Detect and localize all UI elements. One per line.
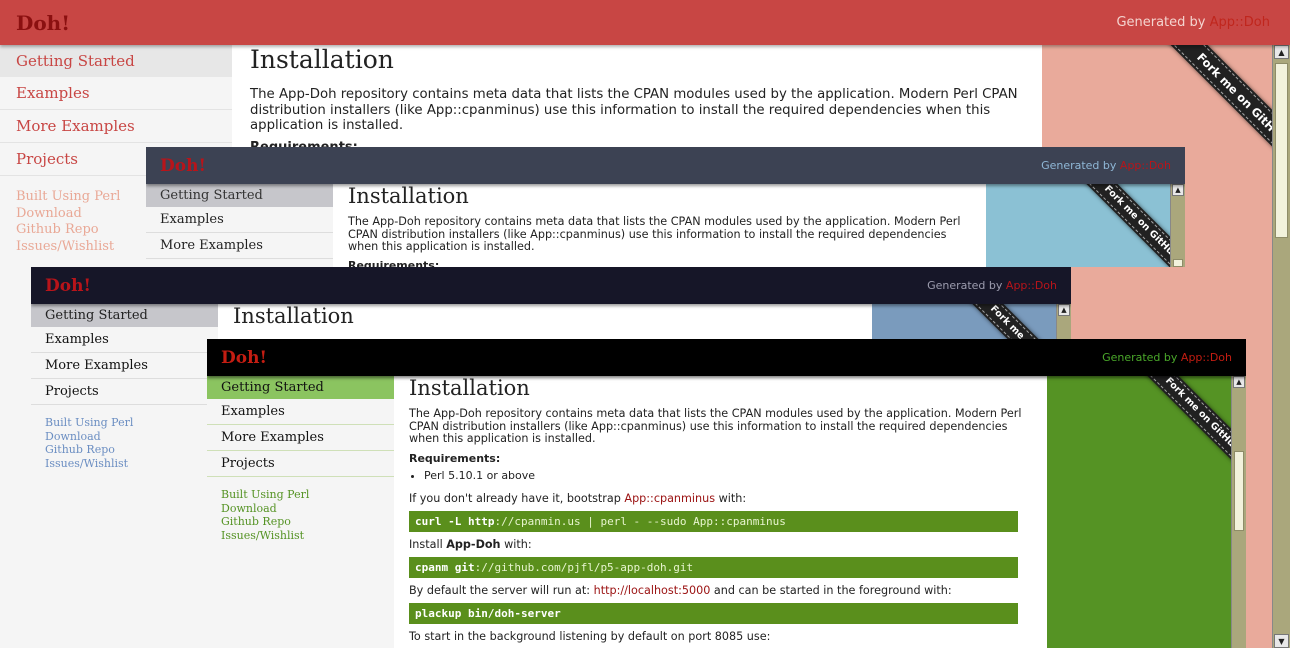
logo[interactable]: Doh!	[45, 276, 91, 296]
scrollbar[interactable]: ▲ ▼	[1272, 45, 1290, 648]
server-suffix: and can be started in the foreground wit…	[713, 583, 952, 597]
app-doh-link[interactable]: App::Doh	[1120, 159, 1171, 172]
logo[interactable]: Doh!	[160, 156, 206, 176]
page-title: Installation	[348, 184, 469, 208]
nav-examples[interactable]: Examples	[0, 77, 232, 110]
intro-text: The App-Doh repository contains meta dat…	[250, 87, 1018, 133]
sidebar: Getting Started Examples More Examples	[146, 184, 333, 267]
link-download[interactable]: Download	[45, 430, 204, 444]
header: Doh! Generated by App::Doh	[31, 267, 1071, 304]
logo[interactable]: Doh!	[221, 348, 267, 368]
link-github-repo[interactable]: Github Repo	[221, 515, 380, 529]
generated-by-label: Generated by	[1116, 15, 1206, 30]
main-content: Installation The App-Doh repository cont…	[394, 376, 1047, 648]
code-cpanm: cpanm git://github.com/pjfl/p5-app-doh.g…	[409, 556, 1018, 578]
scroll-thumb[interactable]	[1275, 63, 1288, 238]
generated-by-label: Generated by	[1102, 351, 1178, 364]
link-built-using-perl[interactable]: Built Using Perl	[221, 488, 380, 502]
right-rail: Fork me on GitHub	[1047, 376, 1232, 648]
header: Doh! Generated by App::Doh	[0, 0, 1290, 45]
nav-examples[interactable]: Examples	[31, 327, 218, 353]
scroll-down-arrow[interactable]: ▼	[1274, 634, 1289, 648]
server-text: By default the server will run at: http:…	[409, 584, 1032, 597]
window-green-theme: Doh! Generated by App::Doh Getting Start…	[207, 339, 1246, 648]
link-download[interactable]: Download	[221, 502, 380, 516]
generated-by: Generated by App::Doh	[1102, 351, 1232, 364]
nav-examples[interactable]: Examples	[146, 207, 333, 233]
intro-text: The App-Doh repository contains meta dat…	[409, 407, 1022, 445]
code-curl: curl -L http://cpanmin.us | perl - --sud…	[409, 510, 1018, 532]
requirements-label: Requirements:	[409, 451, 501, 465]
nav-getting-started[interactable]: Getting Started	[0, 45, 232, 77]
code-cpanm-rest: ://github.com/pjfl/p5-app-doh.git	[474, 560, 694, 574]
nav-examples[interactable]: Examples	[207, 399, 394, 425]
sidebar: Getting Started Examples More Examples P…	[31, 304, 218, 648]
generated-by: Generated by App::Doh	[1116, 15, 1270, 30]
code-plackup-text: plackup bin/doh-server	[415, 606, 561, 620]
main-content: Installation The App-Doh repository cont…	[333, 184, 986, 267]
scroll-up-arrow[interactable]: ▲	[1058, 304, 1070, 316]
fork-me-ribbon[interactable]: Fork me on GitHub	[1127, 376, 1232, 490]
install-text: Install App-Doh with:	[409, 538, 1032, 551]
generated-by-label: Generated by	[1041, 159, 1117, 172]
scroll-up-arrow[interactable]: ▲	[1233, 376, 1245, 388]
bootstrap-text: If you don't already have it, bootstrap …	[409, 492, 1032, 505]
generated-by: Generated by App::Doh	[1041, 159, 1171, 172]
scroll-up-arrow[interactable]: ▲	[1172, 184, 1184, 196]
intro-text: The App-Doh repository contains meta dat…	[348, 215, 961, 253]
window-slate-theme: Doh! Generated by App::Doh Getting Start…	[146, 147, 1185, 267]
nav-getting-started[interactable]: Getting Started	[207, 376, 394, 399]
cpanminus-link[interactable]: App::cpanminus	[624, 492, 715, 505]
link-issues-wishlist[interactable]: Issues/Wishlist	[221, 529, 380, 543]
app-doh-link[interactable]: App::Doh	[1210, 15, 1270, 30]
install-suffix: with:	[504, 537, 532, 551]
link-built-using-perl[interactable]: Built Using Perl	[45, 416, 204, 430]
nav-getting-started[interactable]: Getting Started	[31, 304, 218, 327]
page-title: Installation	[409, 376, 530, 400]
install-name: App-Doh	[446, 537, 501, 551]
code-curl-rest: ://cpanmin.us | perl - --sudo App::cpanm…	[494, 514, 786, 528]
scroll-up-arrow[interactable]: ▲	[1274, 45, 1289, 59]
scroll-thumb[interactable]	[1173, 259, 1183, 267]
fork-me-ribbon[interactable]: Fork me on GitHub	[1066, 184, 1171, 267]
localhost-link[interactable]: http://localhost:5000	[594, 584, 711, 597]
server-prefix: By default the server will run at:	[409, 583, 591, 597]
nav-getting-started[interactable]: Getting Started	[146, 184, 333, 207]
nav-projects[interactable]: Projects	[207, 451, 394, 477]
generated-by: Generated by App::Doh	[927, 279, 1057, 292]
header: Doh! Generated by App::Doh	[207, 339, 1246, 376]
code-curl-kw: curl -L http	[415, 514, 495, 528]
header: Doh! Generated by App::Doh	[146, 147, 1185, 184]
nav-projects[interactable]: Projects	[31, 379, 218, 405]
bootstrap-suffix: with:	[718, 491, 747, 505]
nav-more-examples[interactable]: More Examples	[0, 110, 232, 143]
nav-more-examples[interactable]: More Examples	[31, 353, 218, 379]
page-title: Installation	[250, 45, 394, 74]
link-github-repo[interactable]: Github Repo	[45, 443, 204, 457]
link-issues-wishlist[interactable]: Issues/Wishlist	[45, 457, 204, 471]
scroll-thumb[interactable]	[1234, 451, 1244, 531]
requirement-item: Perl 5.10.1 or above	[424, 469, 1032, 482]
bootstrap-prefix: If you don't already have it, bootstrap	[409, 491, 621, 505]
right-rail: Fork me on GitHub	[986, 184, 1171, 267]
nav-more-examples[interactable]: More Examples	[146, 233, 333, 259]
requirements-label: Requirements:	[348, 258, 440, 268]
nav-more-examples[interactable]: More Examples	[207, 425, 394, 451]
background-text: To start in the background listening by …	[409, 629, 771, 643]
app-doh-link[interactable]: App::Doh	[1181, 351, 1232, 364]
sidebar: Getting Started Examples More Examples P…	[207, 376, 394, 648]
install-prefix: Install	[409, 537, 443, 551]
page-title: Installation	[233, 304, 354, 328]
logo[interactable]: Doh!	[16, 11, 70, 35]
generated-by-label: Generated by	[927, 279, 1003, 292]
code-plackup: plackup bin/doh-server	[409, 602, 1018, 624]
app-doh-link[interactable]: App::Doh	[1006, 279, 1057, 292]
scrollbar[interactable]: ▲	[1170, 184, 1185, 267]
scrollbar[interactable]: ▲	[1231, 376, 1246, 648]
code-cpanm-kw: cpanm git	[415, 560, 475, 574]
